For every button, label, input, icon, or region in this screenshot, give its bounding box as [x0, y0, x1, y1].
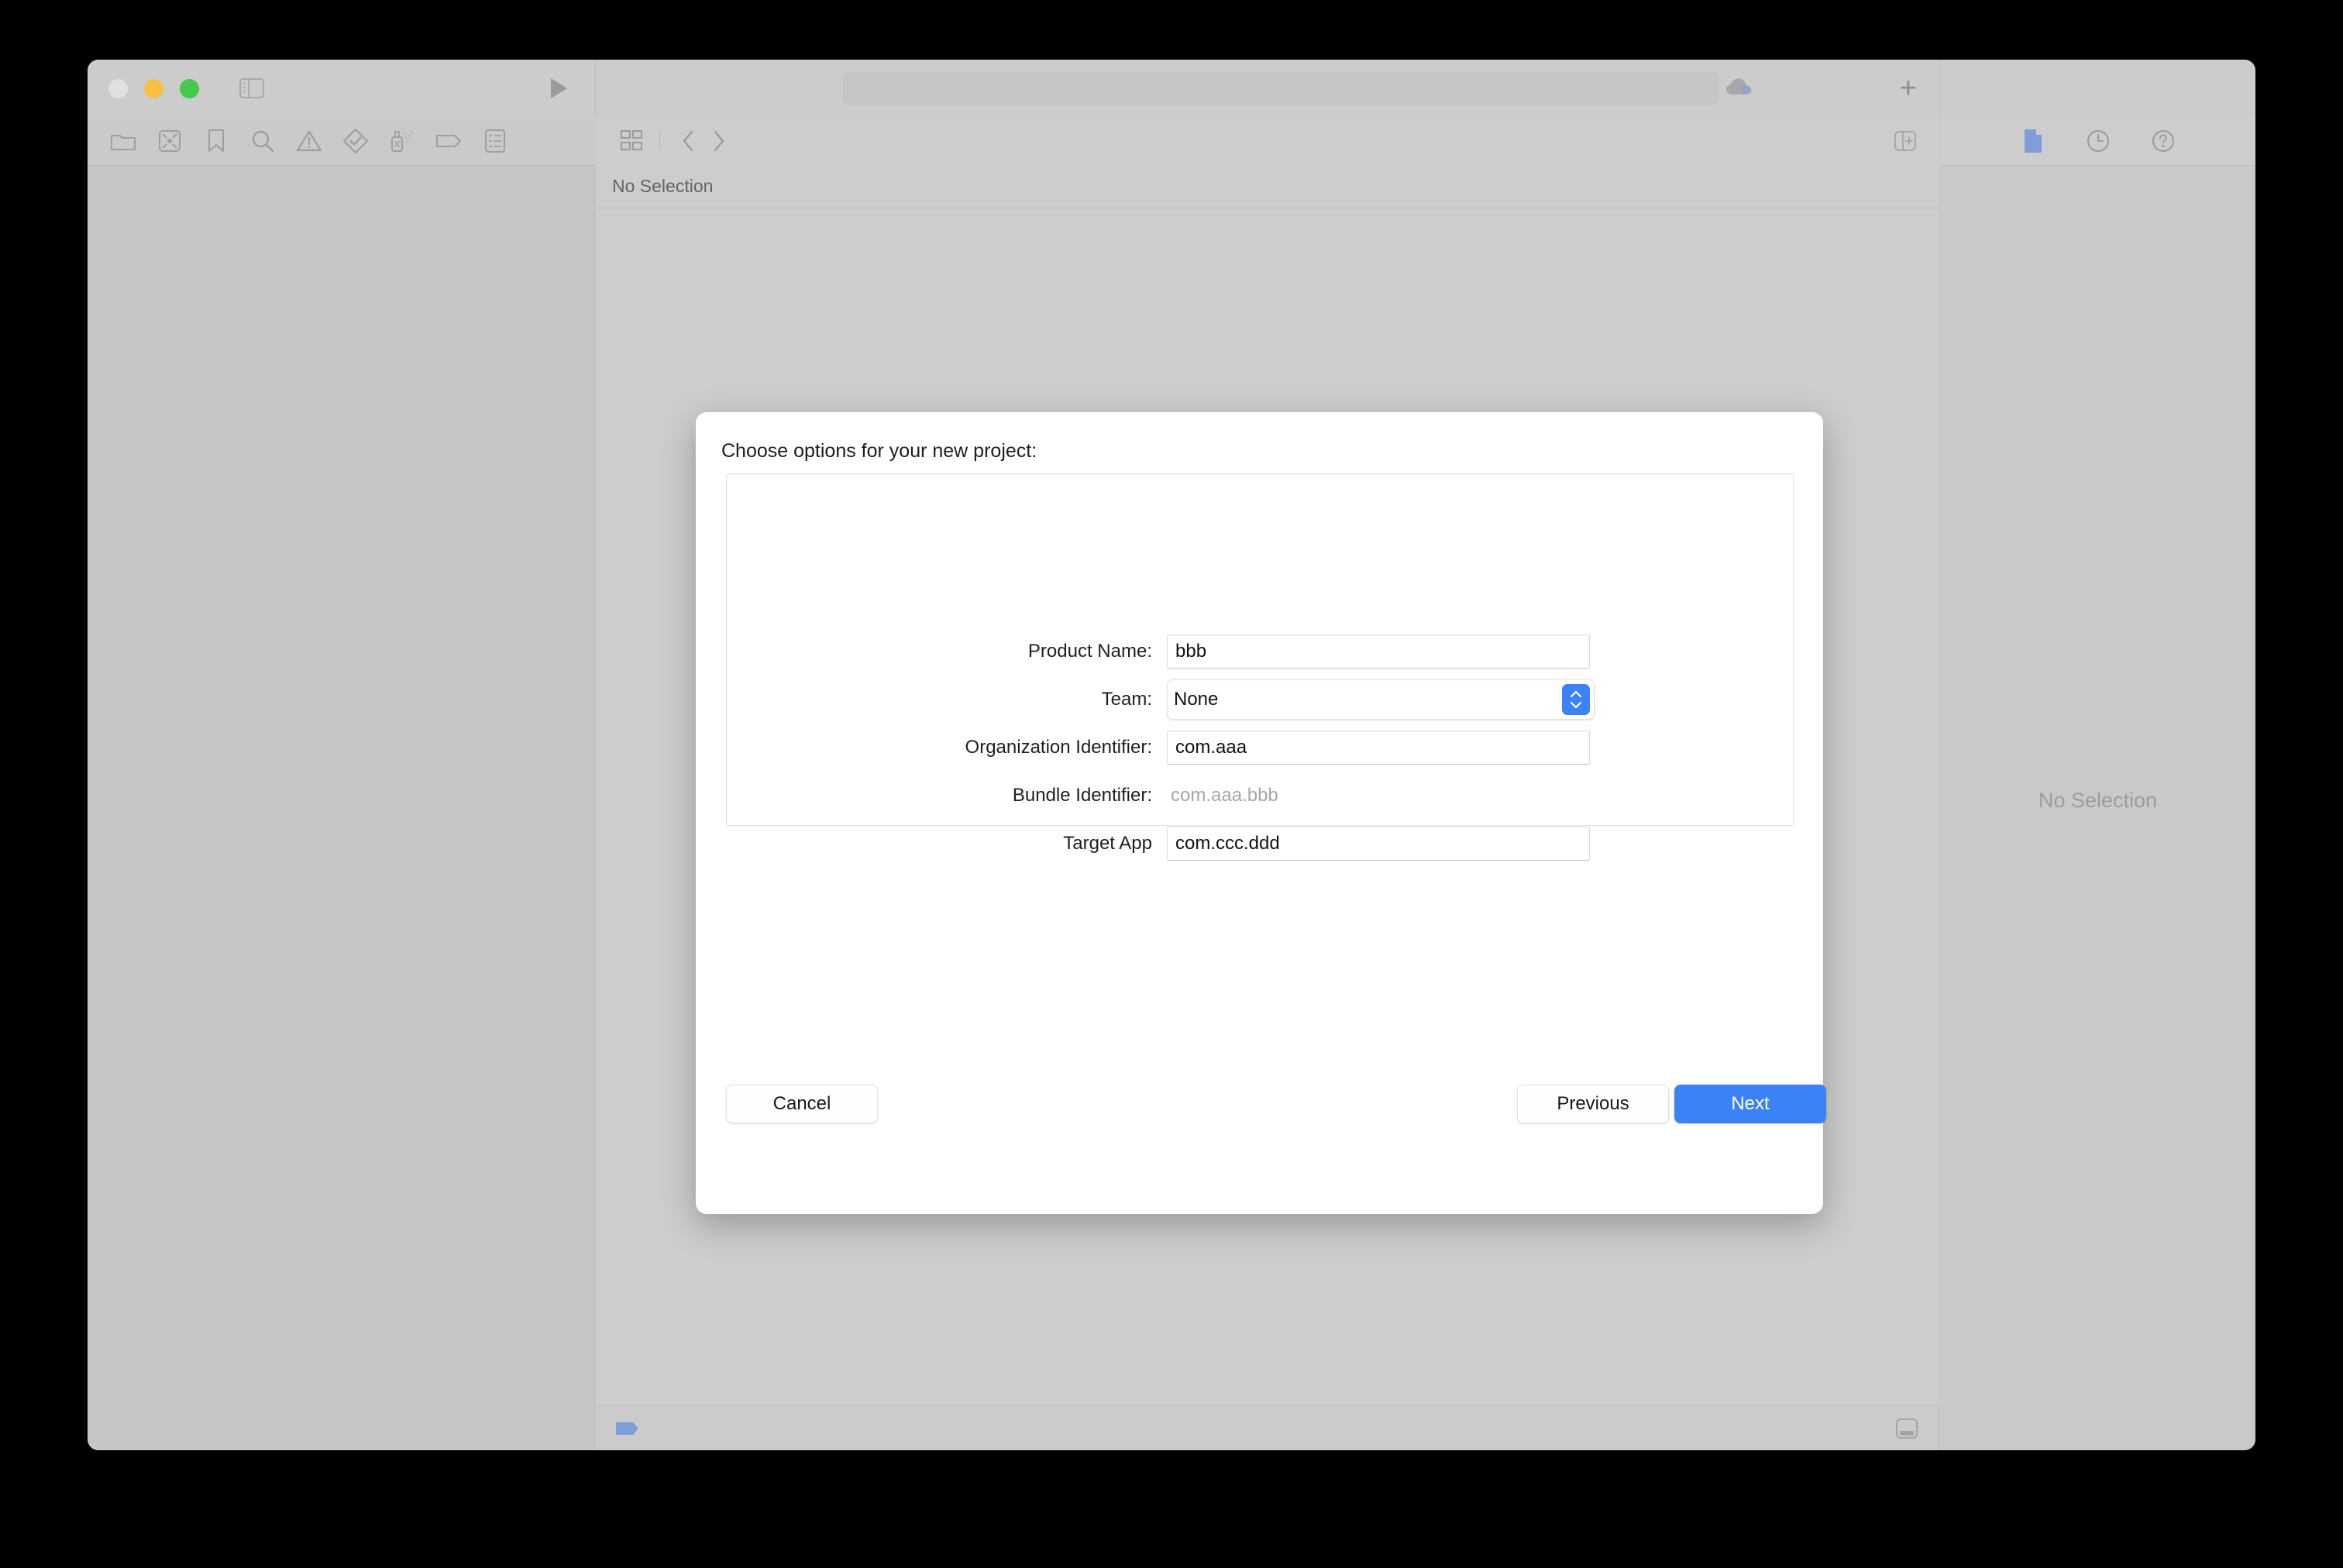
sidebar-item-debug-navigator[interactable]: [379, 123, 425, 159]
next-button[interactable]: Next: [1674, 1085, 1826, 1123]
form-row-bundle-identifier: Bundle Identifier: com.aaa.bbb: [727, 772, 1793, 820]
sidebar-left-icon[interactable]: [236, 75, 267, 101]
cancel-button[interactable]: Cancel: [726, 1085, 878, 1123]
form-row-product-name: Product Name: bbb: [727, 628, 1793, 676]
add-button[interactable]: +: [1893, 73, 1924, 104]
grid-squares-icon[interactable]: [616, 126, 647, 156]
sidebar-item-source-control-navigator[interactable]: [146, 123, 193, 159]
team-popup-button[interactable]: None: [1167, 679, 1595, 720]
source-control-icon: [158, 129, 181, 153]
navigator-pane: [88, 165, 595, 1450]
team-selected-value: None: [1174, 689, 1218, 710]
sidebar-item-bookmark-navigator[interactable]: [193, 123, 239, 159]
traffic-light-controls: [108, 79, 199, 98]
sidebar-item-report-navigator[interactable]: [472, 123, 518, 159]
activity-status-field[interactable]: [843, 72, 1719, 105]
maximize-window-button[interactable]: [180, 79, 199, 98]
chevron-right-icon[interactable]: [704, 126, 735, 156]
project-options-form: Product Name: bbb Team: None: [727, 628, 1793, 868]
target-app-input[interactable]: com.ccc.ddd: [1167, 827, 1590, 861]
file-document-icon[interactable]: [2017, 125, 2049, 157]
xcode-app-window: +: [88, 60, 2255, 1450]
titlebar-divider-left: [595, 60, 596, 117]
form-row-organization-identifier: Organization Identifier: com.aaa: [727, 724, 1793, 772]
diamond-check-icon: [342, 128, 369, 154]
minimize-window-button[interactable]: [144, 79, 163, 98]
add-editor-icon[interactable]: [1890, 126, 1921, 156]
editor-toolbar: [596, 117, 1939, 165]
options-panel: Product Name: bbb Team: None: [726, 473, 1794, 826]
page-title: Choose options for your new project:: [721, 440, 1037, 462]
editor-status-bar: [596, 1405, 1939, 1450]
folder-icon: [110, 130, 136, 152]
form-row-target-app: Target App com.ccc.ddd: [727, 820, 1793, 868]
inspector-toolbar: [1940, 117, 2255, 165]
search-icon: [250, 129, 275, 153]
blue-tag-icon[interactable]: [614, 1420, 642, 1437]
question-circle-icon[interactable]: [2147, 125, 2180, 157]
organization-identifier-control: com.aaa: [1167, 731, 1590, 765]
chevron-updown-icon[interactable]: [1562, 684, 1590, 715]
warning-triangle-icon: [296, 129, 322, 153]
navigator-toolbar: [88, 117, 595, 165]
sidebar-item-issue-navigator[interactable]: [286, 123, 332, 159]
editor-breadcrumb-bar: No Selection: [596, 165, 1939, 208]
team-label: Team:: [727, 689, 1167, 710]
product-name-label: Product Name:: [727, 641, 1167, 662]
sidebar-item-find-navigator[interactable]: [239, 123, 286, 159]
window-titlebar: +: [88, 60, 2255, 117]
tag-icon: [435, 132, 463, 150]
organization-identifier-label: Organization Identifier:: [727, 737, 1167, 758]
bookmark-icon: [207, 129, 225, 153]
report-list-icon: [483, 129, 507, 153]
product-name-input[interactable]: bbb: [1167, 634, 1590, 669]
toolbar-divider: [659, 131, 660, 151]
organization-identifier-input[interactable]: com.aaa: [1167, 731, 1590, 765]
breadcrumb: No Selection: [612, 176, 713, 197]
debug-area-icon[interactable]: [1891, 1414, 1922, 1443]
clock-icon[interactable]: [2082, 125, 2114, 157]
sheet-footer: Cancel Previous Next: [696, 1085, 1823, 1139]
target-app-label: Target App: [727, 833, 1167, 854]
sidebar-item-project-navigator[interactable]: [100, 123, 146, 159]
spray-can-icon: [389, 129, 415, 153]
inspector-pane: No Selection: [1940, 165, 2255, 1450]
new-project-options-sheet: Choose options for your new project: Pro…: [696, 412, 1823, 1214]
previous-button[interactable]: Previous: [1517, 1085, 1669, 1123]
form-row-team: Team: None: [727, 676, 1793, 724]
sidebar-item-test-navigator[interactable]: [332, 123, 379, 159]
product-name-control: bbb: [1167, 634, 1590, 669]
pane-toolbars-row: [88, 117, 2255, 165]
chevron-left-icon[interactable]: [673, 126, 704, 156]
target-app-control: com.ccc.ddd: [1167, 827, 1590, 861]
sidebar-item-breakpoint-navigator[interactable]: [425, 123, 472, 159]
bundle-identifier-value: com.aaa.bbb: [1167, 785, 1278, 806]
close-window-button[interactable]: [108, 79, 128, 98]
titlebar-divider-right: [1939, 60, 1940, 117]
bundle-identifier-control: com.aaa.bbb: [1167, 785, 1278, 806]
cloud-icon[interactable]: [1722, 74, 1756, 102]
team-control: None: [1167, 679, 1595, 720]
play-triangle-icon[interactable]: [543, 74, 574, 102]
inspector-empty-label: No Selection: [2039, 789, 2157, 813]
bundle-identifier-label: Bundle Identifier:: [727, 785, 1167, 806]
